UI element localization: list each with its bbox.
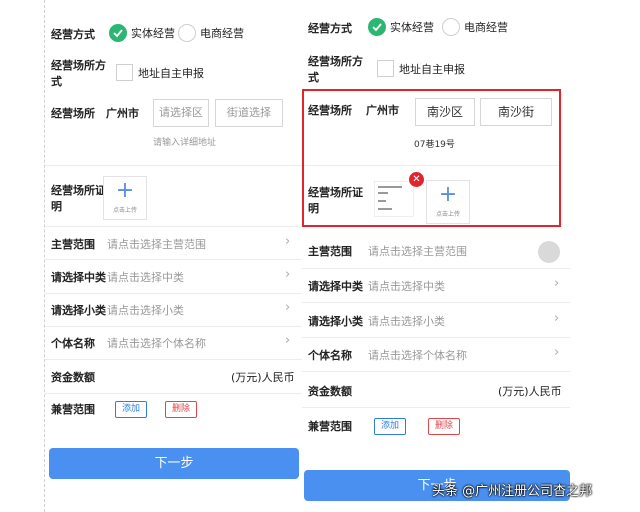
premises-label: 经营场所 xyxy=(51,107,95,120)
small-class-label: 请选择小类 xyxy=(51,304,106,317)
next-step-button[interactable]: 下一步 xyxy=(49,448,299,479)
proof-label: 经营场所证 xyxy=(51,184,106,197)
divider xyxy=(302,407,570,408)
self-declare-label: 地址自主申报 xyxy=(399,63,465,76)
upload-proof-button[interactable]: + 点击上传 xyxy=(103,176,147,220)
main-scope-label: 主营范围 xyxy=(308,245,352,258)
street-select[interactable]: 街道选择 xyxy=(215,99,283,127)
divider xyxy=(45,226,303,227)
check-icon xyxy=(113,29,123,38)
entity-name-select[interactable]: 请点击选择个体名称 xyxy=(368,348,467,363)
divider xyxy=(45,259,303,260)
thumb-line xyxy=(378,208,392,210)
self-declare-label: 地址自主申报 xyxy=(138,67,204,80)
capital-unit: (万元)人民币 xyxy=(498,385,562,398)
divider xyxy=(45,165,303,166)
option-physical-label: 实体经营 xyxy=(131,27,175,40)
floating-toggle[interactable] xyxy=(538,241,560,263)
left-form-panel: 经营方式 实体经营 电商经营 经营场所方 式 地址自主申报 经营场所 广州市 请… xyxy=(44,0,303,512)
check-icon xyxy=(372,23,382,32)
premises-mode-label: 经营场所方 xyxy=(308,55,363,68)
divider xyxy=(302,371,570,372)
chevron-right-icon: › xyxy=(554,345,560,360)
chevron-right-icon: › xyxy=(285,267,291,282)
city-value: 广州市 xyxy=(366,104,399,117)
entity-name-select[interactable]: 请点击选择个体名称 xyxy=(107,336,206,351)
divider xyxy=(45,359,303,360)
chevron-right-icon: › xyxy=(554,311,560,326)
self-declare-checkbox[interactable] xyxy=(377,60,394,77)
proof-label: 经营场所证 xyxy=(308,186,363,199)
option-ecommerce-label: 电商经营 xyxy=(200,27,244,40)
right-form-panel: 经营方式 实体经营 电商经营 经营场所方 式 地址自主申报 经营场所 广州市 南… xyxy=(302,0,574,512)
district-select[interactable]: 南沙区 xyxy=(415,98,475,126)
main-scope-label: 主营范围 xyxy=(51,238,95,251)
divider xyxy=(45,326,303,327)
mid-class-select[interactable]: 请点击选择中类 xyxy=(368,279,445,294)
divider xyxy=(45,293,303,294)
main-scope-select[interactable]: 请点击选择主营范围 xyxy=(107,237,206,252)
thumb-line xyxy=(378,192,388,194)
radio-physical-selected[interactable] xyxy=(109,24,127,42)
divider xyxy=(45,393,303,394)
proof-label-cont: 明 xyxy=(308,202,319,215)
radio-physical-selected[interactable] xyxy=(368,18,386,36)
upload-proof-button[interactable]: + 点击上传 xyxy=(426,180,470,224)
add-side-scope-button[interactable]: 添加 xyxy=(115,401,148,418)
address-input[interactable]: 请输入详细地址 xyxy=(153,136,216,151)
uploaded-proof-thumbnail[interactable] xyxy=(374,181,414,217)
option-ecommerce-label: 电商经营 xyxy=(464,21,508,34)
business-mode-label: 经营方式 xyxy=(308,22,352,35)
district-select[interactable]: 请选择区 xyxy=(153,99,209,127)
small-class-select[interactable]: 请点击选择小类 xyxy=(107,303,184,318)
entity-name-label: 个体名称 xyxy=(308,349,352,362)
premises-label: 经营场所 xyxy=(308,104,352,117)
chevron-right-icon: › xyxy=(554,276,560,291)
thumb-line xyxy=(378,200,386,202)
radio-ecommerce[interactable] xyxy=(178,24,196,42)
self-declare-checkbox[interactable] xyxy=(116,64,133,81)
capital-label: 资金数额 xyxy=(308,385,352,398)
proof-label-cont: 明 xyxy=(51,200,62,213)
radio-ecommerce[interactable] xyxy=(442,18,460,36)
business-mode-label: 经营方式 xyxy=(51,28,95,41)
chevron-right-icon: › xyxy=(285,333,291,348)
street-select[interactable]: 南沙街 xyxy=(480,98,552,126)
divider xyxy=(304,165,559,166)
delete-side-scope-button[interactable]: 删除 xyxy=(165,401,198,418)
upload-caption: 点击上传 xyxy=(112,207,137,214)
small-class-label: 请选择小类 xyxy=(308,315,363,328)
divider xyxy=(302,302,570,303)
premises-mode-label: 经营场所方 xyxy=(51,59,106,72)
entity-name-label: 个体名称 xyxy=(51,337,95,350)
side-scope-label: 兼营范围 xyxy=(308,420,352,433)
mid-class-label: 请选择中类 xyxy=(308,280,363,293)
divider xyxy=(302,337,570,338)
mid-class-select[interactable]: 请点击选择中类 xyxy=(107,270,184,285)
mid-class-label: 请选择中类 xyxy=(51,271,106,284)
divider xyxy=(302,268,570,269)
delete-side-scope-button[interactable]: 删除 xyxy=(428,418,461,435)
capital-label: 资金数额 xyxy=(51,371,95,384)
option-physical-label: 实体经营 xyxy=(390,21,434,34)
thumb-line xyxy=(378,186,402,188)
plus-icon: + xyxy=(438,182,458,207)
capital-unit: (万元)人民币 xyxy=(231,371,295,384)
watermark-text: 头条 @广州注册公司杳之邦 xyxy=(432,484,593,499)
plus-icon: + xyxy=(115,178,135,203)
chevron-right-icon: › xyxy=(285,300,291,315)
address-input[interactable]: 07巷19号 xyxy=(414,138,455,153)
add-side-scope-button[interactable]: 添加 xyxy=(374,418,407,435)
remove-x-icon[interactable]: ✕ xyxy=(409,172,424,187)
premises-mode-label-cont: 式 xyxy=(51,75,62,88)
upload-caption: 点击上传 xyxy=(435,211,460,218)
city-value: 广州市 xyxy=(106,107,139,120)
premises-mode-label-cont: 式 xyxy=(308,71,319,84)
main-scope-select[interactable]: 请点击选择主营范围 xyxy=(368,244,467,259)
small-class-select[interactable]: 请点击选择小类 xyxy=(368,314,445,329)
chevron-right-icon: › xyxy=(285,234,291,249)
side-scope-label: 兼营范围 xyxy=(51,403,95,416)
